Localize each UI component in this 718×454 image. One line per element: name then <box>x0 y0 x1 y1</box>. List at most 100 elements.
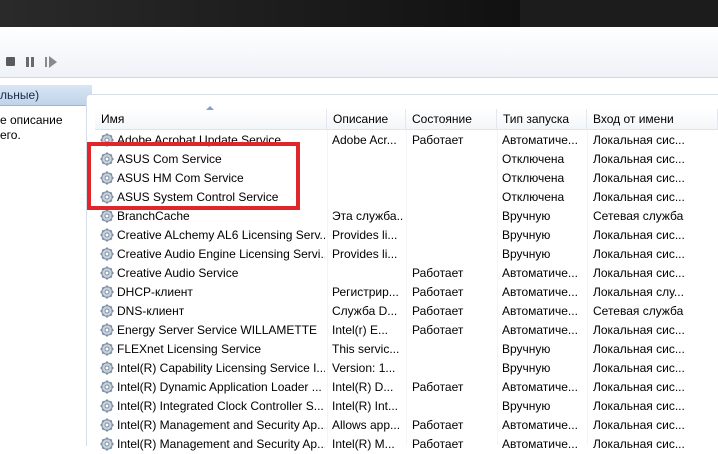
service-startup-type: Автоматиче... <box>502 380 578 394</box>
service-status <box>412 245 494 264</box>
column-header-logon-as[interactable]: Вход от имени <box>587 109 718 130</box>
service-status <box>412 150 494 169</box>
service-startup-type: Вручную <box>502 209 551 223</box>
service-name: Intel(R) Capability Licensing Service I.… <box>117 361 325 375</box>
service-logon-as: Локальная сис... <box>593 266 685 280</box>
column-header-name[interactable]: Имя <box>95 109 327 130</box>
service-gear-icon <box>100 266 114 280</box>
service-name: DHCP-клиент <box>117 285 193 299</box>
column-divider <box>497 130 498 445</box>
service-status: Работает <box>412 304 464 318</box>
service-description: This servic... <box>332 342 400 356</box>
stop-service-button[interactable] <box>4 55 18 69</box>
service-description: Эта служба... <box>332 209 404 223</box>
column-header-description[interactable]: Описание <box>327 109 406 130</box>
service-startup-type: Отключена <box>502 152 565 166</box>
service-gear-icon <box>100 399 114 413</box>
service-gear-icon <box>100 361 114 375</box>
service-gear-icon <box>100 228 114 242</box>
service-name: DNS-клиент <box>117 304 185 318</box>
service-description: Intel(R) Int... <box>332 399 399 413</box>
service-status: Работает <box>412 418 464 432</box>
service-name: Intel(R) Integrated Clock Controller S..… <box>117 399 324 413</box>
service-description: Intel(r) E... <box>332 323 389 337</box>
service-name: Creative ALchemy AL6 Licensing Serv... <box>117 228 325 242</box>
service-startup-type: Автоматиче... <box>502 304 578 318</box>
service-description <box>332 188 404 207</box>
description-line: его. <box>0 128 21 142</box>
service-startup-type: Автоматиче... <box>502 266 578 280</box>
service-name: Creative Audio Service <box>117 266 239 280</box>
description-line: е описание <box>0 113 63 127</box>
service-status: Работает <box>412 133 464 147</box>
service-logon-as: Сетевая служба <box>593 304 684 318</box>
service-name: Intel(R) Management and Security Ap... <box>117 418 325 432</box>
service-gear-icon <box>100 304 114 318</box>
column-divider <box>406 130 407 445</box>
service-description: Adobe Acr... <box>332 133 397 147</box>
service-gear-icon <box>100 342 114 356</box>
service-startup-type: Автоматиче... <box>502 285 578 299</box>
restart-service-button[interactable] <box>44 55 58 69</box>
service-description <box>332 150 404 169</box>
service-gear-icon <box>100 380 114 394</box>
service-name: ASUS HM Com Service <box>117 171 244 185</box>
service-startup-type: Вручную <box>502 399 551 413</box>
service-gear-icon <box>100 133 114 147</box>
service-logon-as: Локальная сис... <box>593 247 685 261</box>
service-logon-as: Локальная сис... <box>593 171 685 185</box>
left-panel-description: е описание его. <box>0 113 88 143</box>
service-gear-icon <box>100 171 114 185</box>
service-logon-as: Локальная сис... <box>593 152 685 166</box>
service-startup-type: Вручную <box>502 342 551 356</box>
service-name: ASUS Com Service <box>117 152 222 166</box>
service-logon-as: Локальная сис... <box>593 418 685 432</box>
service-logon-as: Локальная сис... <box>593 399 685 413</box>
service-name: Intel(R) Dynamic Application Loader ... <box>117 380 322 394</box>
service-status <box>412 359 494 378</box>
service-startup-type: Вручную <box>502 361 551 375</box>
service-status: Работает <box>412 380 464 394</box>
service-status: Работает <box>412 266 464 280</box>
service-startup-type: Автоматиче... <box>502 418 578 432</box>
column-header-status[interactable]: Состояние <box>406 109 497 130</box>
service-name: BranchCache <box>117 209 190 223</box>
service-startup-type: Вручную <box>502 228 551 242</box>
service-logon-as: Локальная сис... <box>593 228 685 242</box>
service-description <box>332 264 404 283</box>
column-divider <box>587 130 588 445</box>
toolbar <box>0 27 718 78</box>
service-gear-icon <box>100 285 114 299</box>
service-logon-as: Локальная сис... <box>593 342 685 356</box>
service-startup-type: Автоматиче... <box>502 133 578 147</box>
service-description: Version: 1... <box>332 361 396 375</box>
column-header-startup-type[interactable]: Тип запуска <box>497 109 587 130</box>
service-gear-icon <box>100 190 114 204</box>
service-gear-icon <box>100 152 114 166</box>
service-status: Работает <box>412 323 464 337</box>
service-name: ASUS System Control Service <box>117 190 279 204</box>
pause-service-button[interactable] <box>24 55 38 69</box>
service-description: Служба D... <box>332 304 398 318</box>
service-description: Allows app... <box>332 418 401 432</box>
left-panel-header-text: льные) <box>0 88 40 102</box>
service-gear-icon <box>100 323 114 337</box>
service-logon-as: Локальная сис... <box>593 133 685 147</box>
service-name: Creative Audio Engine Licensing Servi... <box>117 247 325 261</box>
sort-ascending-icon <box>206 106 214 110</box>
service-name: Adobe Acrobat Update Service <box>117 133 282 147</box>
service-description: Регистрир... <box>332 285 399 299</box>
service-logon-as: Локальная сис... <box>593 190 685 204</box>
service-startup-type: Вручную <box>502 247 551 261</box>
service-logon-as: Локальная сис... <box>593 361 685 375</box>
column-divider <box>327 130 328 445</box>
service-description: Provides li... <box>332 228 398 242</box>
service-gear-icon <box>100 247 114 261</box>
window-title-bar <box>0 0 718 27</box>
service-description: Provides li... <box>332 247 398 261</box>
service-description <box>332 169 404 188</box>
service-description: Intel(R) D... <box>332 380 394 394</box>
service-logon-as: Локальная слу... <box>593 285 684 299</box>
service-startup-type: Отключена <box>502 171 565 185</box>
service-name: FLEXnet Licensing Service <box>117 342 262 356</box>
